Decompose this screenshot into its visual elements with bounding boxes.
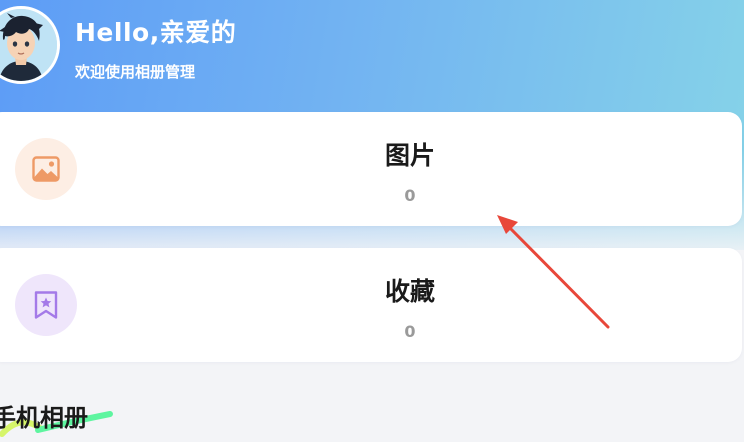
phone-album-section-title: 手机相册 <box>0 404 88 432</box>
photos-icon-badge <box>15 138 77 200</box>
photos-card-title: 图片 <box>384 141 435 170</box>
image-icon <box>32 156 60 182</box>
favorites-icon-badge <box>15 274 77 336</box>
greeting-subtitle: 欢迎使用相册管理 <box>75 63 196 81</box>
photos-card-count: 0 <box>404 186 416 205</box>
greeting-title: Hello,亲爱的 <box>75 18 237 47</box>
avatar-icon <box>0 9 57 81</box>
bookmark-star-icon <box>34 291 58 319</box>
favorites-card-title: 收藏 <box>384 277 435 306</box>
photos-card[interactable]: 图片 0 <box>0 112 742 226</box>
favorites-card-count: 0 <box>404 322 416 341</box>
favorites-card[interactable]: 收藏 0 <box>0 248 742 362</box>
